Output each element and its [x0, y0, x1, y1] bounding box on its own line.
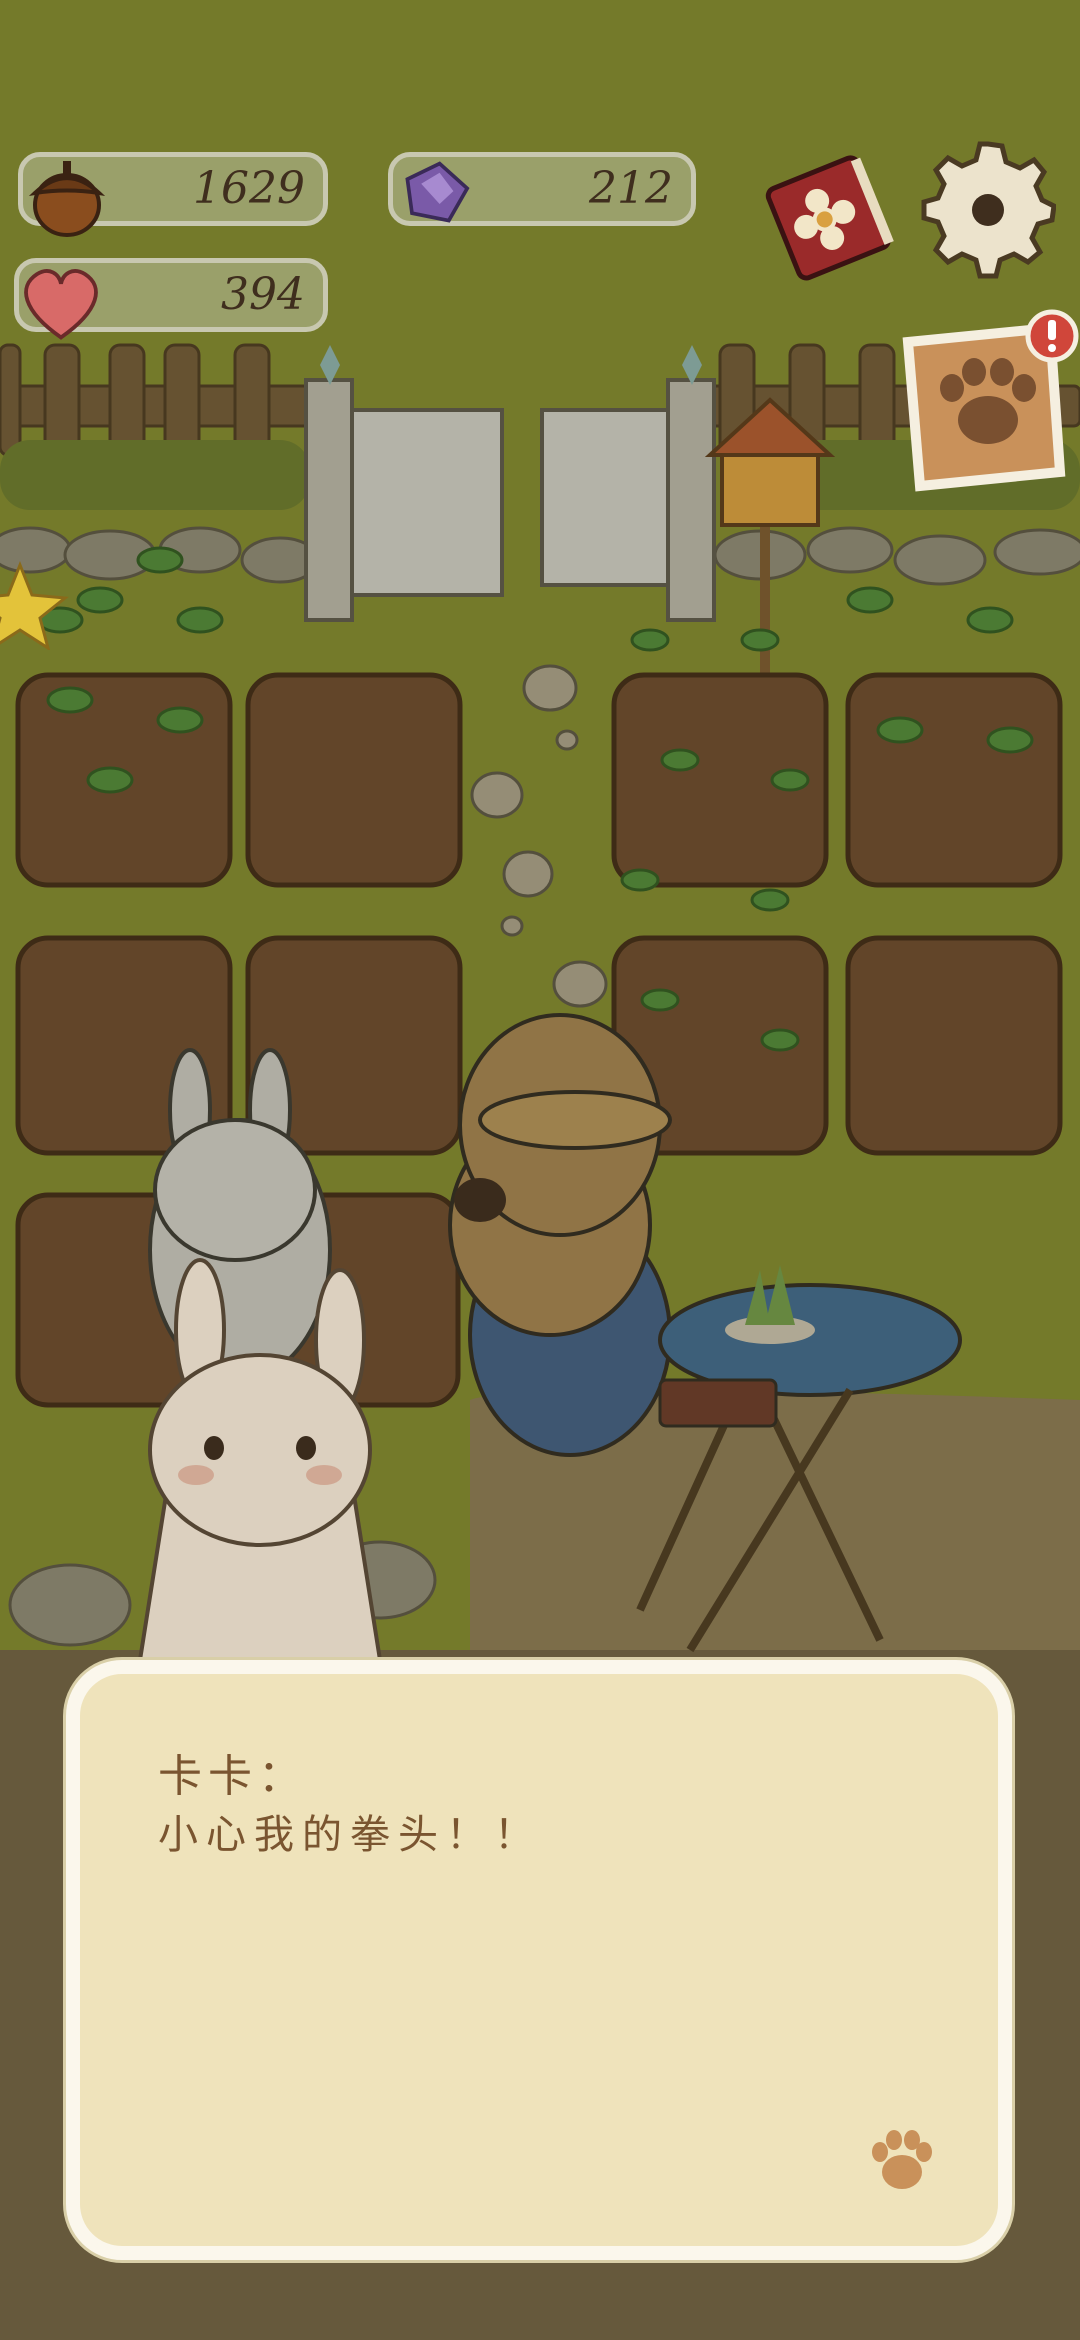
star-icon[interactable] [0, 560, 70, 650]
gem-count: 212 [589, 163, 673, 214]
dialog-box[interactable]: 卡卡： 小心我的拳头！！ [66, 1660, 1012, 2260]
acorn-icon [28, 161, 106, 237]
purple-gem-icon [405, 161, 470, 223]
acorn-count: 1629 [193, 163, 305, 214]
paw-note-icon[interactable] [890, 302, 1080, 502]
paw-icon[interactable] [862, 2120, 942, 2200]
dialog-speaker: 卡卡： [158, 1751, 308, 1802]
heart-counter: 394 [14, 258, 328, 340]
gem-counter: 212 [388, 152, 696, 226]
heart-count: 394 [221, 269, 305, 320]
acorn-counter: 1629 [18, 152, 328, 237]
gear-icon[interactable] [920, 136, 1056, 284]
dialog-text: 小心我的拳头！！ [158, 1812, 542, 1858]
heart-icon [24, 269, 98, 340]
bear-character [448, 1013, 672, 1457]
flower-book-icon[interactable] [752, 142, 904, 292]
